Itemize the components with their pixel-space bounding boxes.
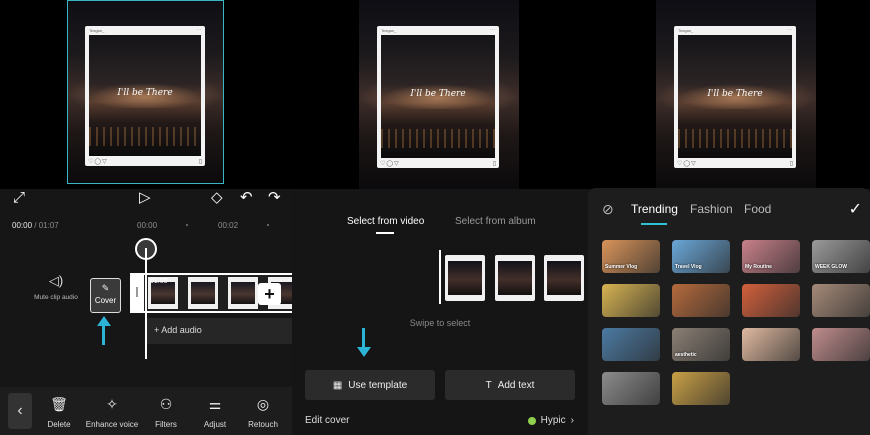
- cover-preview: Teagan_ ··· I'll be There ♡◯▽ ▯: [292, 0, 588, 189]
- tab-indicator: [376, 232, 394, 234]
- frame-thumbnail[interactable]: [495, 255, 535, 301]
- tab-select-from-video[interactable]: Select from video: [347, 216, 424, 227]
- template-thumbnail[interactable]: [742, 284, 800, 317]
- playhead-knob[interactable]: [135, 238, 157, 260]
- back-button[interactable]: ‹: [8, 393, 32, 429]
- undo-icon[interactable]: ↶: [240, 190, 253, 205]
- enhance-voice-button[interactable]: ✧ Enhance voice: [84, 396, 140, 429]
- template-sheet: ⊘ Trending Fashion Food ✓ Summer Vlog Tra…: [588, 188, 870, 435]
- bottom-toolbar: ‹ 🗑︎ Delete ✧ Enhance voice ⚇ Filters ⚌ …: [0, 387, 292, 435]
- template-thumbnail[interactable]: [672, 284, 730, 317]
- add-clip-button[interactable]: +: [258, 283, 281, 305]
- preview-caption: I'll be There: [707, 89, 763, 100]
- category-trending[interactable]: Trending: [631, 202, 678, 216]
- redo-icon[interactable]: ↷: [268, 190, 281, 205]
- filters-icon: ⚇: [159, 396, 173, 412]
- playhead[interactable]: [145, 248, 147, 359]
- keyframe-icon[interactable]: ◇: [211, 190, 223, 205]
- template-thumbnail[interactable]: Travel Vlog: [672, 240, 730, 273]
- no-template-icon[interactable]: ⊘: [602, 201, 614, 218]
- template-preview: Teagan_ ··· I'll be There ♡◯▽ ▯: [588, 0, 870, 189]
- template-thumbnail[interactable]: Summer Vlog: [602, 240, 660, 273]
- text-icon: T: [485, 379, 492, 391]
- tab-select-from-album[interactable]: Select from album: [455, 216, 536, 227]
- category-indicator: [641, 223, 667, 225]
- use-template-button[interactable]: ▦ Use template: [305, 370, 435, 400]
- timecode: 00:00 / 01:07: [12, 221, 59, 230]
- hypic-link[interactable]: Hypic ›: [527, 415, 574, 426]
- add-text-button[interactable]: T Add text: [445, 370, 575, 400]
- editor-panel: Teagan_ ··· I'll be There ♡◯▽ ▯ ⤢ ▷ ◇ ↶ …: [0, 0, 292, 435]
- category-fashion[interactable]: Fashion: [690, 202, 733, 216]
- cover-button[interactable]: ✎ Cover: [90, 278, 121, 313]
- post-card: Teagan_ ··· I'll be There ♡◯▽ ▯: [674, 26, 796, 168]
- delete-button[interactable]: 🗑︎ Delete: [31, 396, 87, 429]
- frame-thumbnail[interactable]: [544, 255, 584, 301]
- retouch-button[interactable]: ◎ Retouch: [235, 396, 291, 429]
- ruler-mark: 00:02: [218, 221, 239, 230]
- retouch-icon: ◎: [256, 396, 270, 412]
- ruler-mark: 00:00: [137, 221, 158, 230]
- template-thumbnail[interactable]: [602, 284, 660, 317]
- speaker-icon: ◁): [48, 273, 64, 288]
- frame-thumbnail[interactable]: [445, 255, 485, 301]
- template-thumbnail[interactable]: My Routine: [742, 240, 800, 273]
- checkmark-icon[interactable]: ✓: [849, 199, 862, 219]
- fullscreen-icon[interactable]: ⤢: [13, 190, 25, 205]
- frame-selector[interactable]: [439, 250, 441, 304]
- template-thumbnail[interactable]: [812, 284, 870, 317]
- swipe-hint: Swipe to select: [409, 318, 471, 328]
- selected-outline: [67, 0, 224, 184]
- clip-duration: 01:05: [150, 278, 168, 285]
- template-thumbnail[interactable]: [742, 328, 800, 361]
- add-audio-button[interactable]: + Add audio: [146, 318, 292, 344]
- template-thumbnail[interactable]: [602, 328, 660, 361]
- filters-button[interactable]: ⚇ Filters: [138, 396, 194, 429]
- template-thumbnail[interactable]: aesthetic: [672, 328, 730, 361]
- category-food[interactable]: Food: [744, 202, 771, 216]
- template-panel: Teagan_ ··· I'll be There ♡◯▽ ▯ ⊘ Trendi…: [588, 0, 870, 435]
- trash-icon: 🗑︎: [50, 396, 68, 412]
- template-thumbnail[interactable]: [812, 328, 870, 361]
- clip-trim-handle[interactable]: [130, 273, 144, 313]
- post-card: Teagan_ ··· I'll be There ♡◯▽ ▯: [377, 26, 499, 168]
- preview-frame: Teagan_ ··· I'll be There ♡◯▽ ▯: [656, 0, 816, 189]
- edit-cover-label: Edit cover: [305, 415, 350, 426]
- arrow-down-icon: [357, 347, 371, 357]
- preview-frame: Teagan_ ··· I'll be There ♡◯▽ ▯: [359, 0, 519, 189]
- preview-caption: I'll be There: [410, 89, 466, 100]
- hypic-icon: [527, 416, 536, 425]
- template-thumbnail[interactable]: [602, 372, 660, 405]
- template-thumbnail[interactable]: WEEK GLOW: [812, 240, 870, 273]
- play-icon[interactable]: ▷: [139, 190, 151, 205]
- video-preview: Teagan_ ··· I'll be There ♡◯▽ ▯: [0, 0, 292, 189]
- mute-clip-audio-button[interactable]: ◁) Mute clip audio: [30, 273, 82, 301]
- chevron-right-icon: ›: [570, 415, 574, 426]
- enhance-voice-icon: ✧: [106, 396, 118, 412]
- cover-select-panel: Teagan_ ··· I'll be There ♡◯▽ ▯ Select f…: [292, 0, 588, 435]
- template-icon: ▦: [332, 379, 343, 391]
- template-thumbnail[interactable]: [672, 372, 730, 405]
- pencil-icon: ✎: [101, 283, 110, 293]
